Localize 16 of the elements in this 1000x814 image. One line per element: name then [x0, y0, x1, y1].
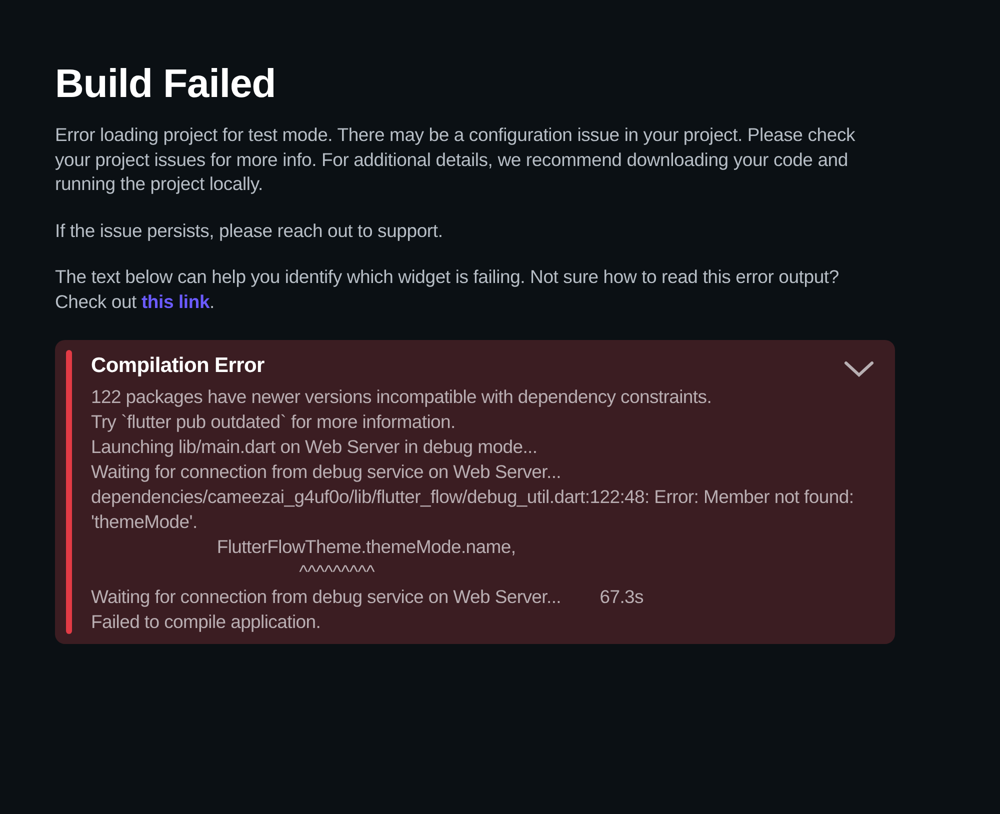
log-line: Waiting for connection from debug service on Web Server...: [91, 460, 562, 484]
panel-title: Compilation Error: [91, 354, 264, 378]
log-line: dependencies/cameezai_g4uf0o/lib/flutter_flow/debug_util.dart:122:48: Error: Member not found: 'themeMode'.: [91, 485, 855, 534]
log-line: 122 packages have newer versions incompatible with dependency constraints.: [91, 385, 713, 409]
message-paragraph: If the issue persists, please reach out to support.: [55, 218, 444, 243]
log-line: Waiting for connection from debug service on Web Server... 67.3s: [91, 585, 644, 609]
help-link[interactable]: this link: [141, 290, 210, 312]
message-paragraph: Error loading project for test mode. There may be a configuration issue in your project. Please check your project issues for more info. For additional details, we recommend downloading your code and running the project locally.: [55, 123, 856, 196]
log-line: Try `flutter pub outdated` for more information.: [91, 410, 456, 434]
chevron-down-icon[interactable]: [843, 359, 875, 379]
log-line: Failed to compile application.: [91, 610, 322, 634]
log-line: ^^^^^^^^^: [298, 560, 376, 584]
page-title: Build Failed: [55, 62, 277, 107]
message-paragraph: The text below can help you identify which widget is failing. Not sure how to read this error output? Check out this link.: [55, 265, 840, 314]
log-line: Launching lib/main.dart on Web Server in debug mode...: [91, 435, 538, 459]
log-line: FlutterFlowTheme.themeMode.name,: [216, 535, 517, 559]
